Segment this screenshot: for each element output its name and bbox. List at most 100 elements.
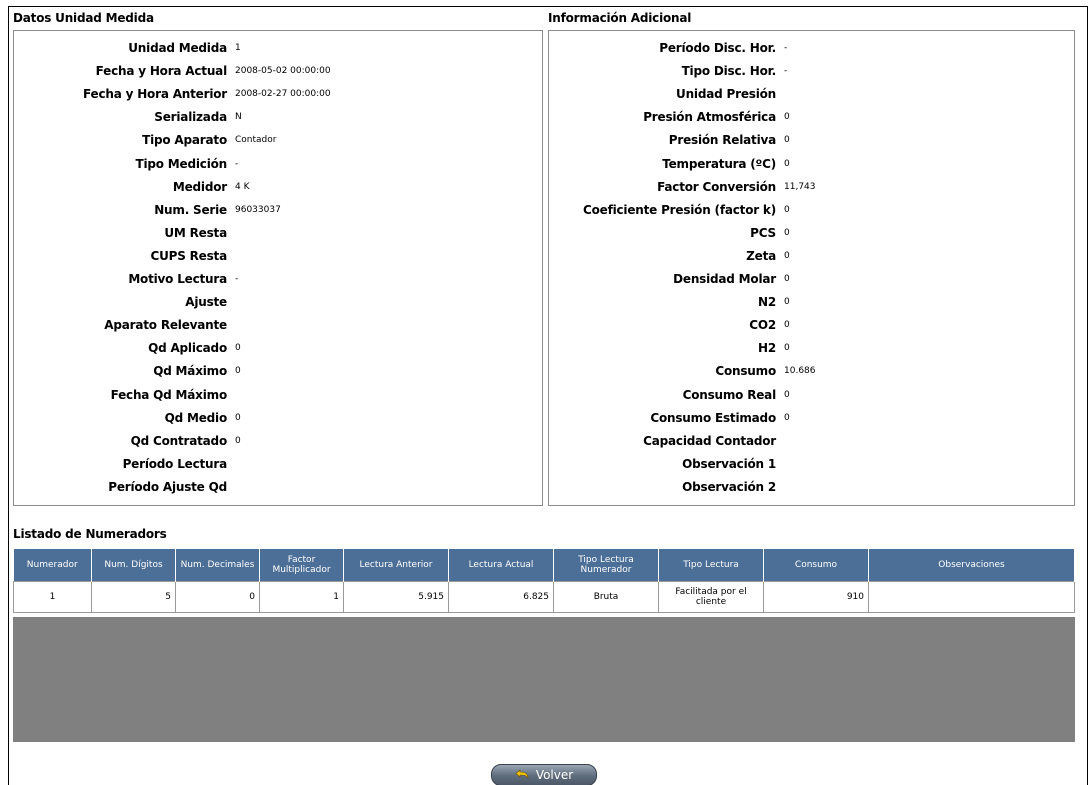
field-row-ajuste: Ajuste (14, 293, 542, 311)
field-row-consumo: Consumo 10.686 (549, 362, 1074, 380)
field-label: CO2 (749, 318, 776, 333)
field-row-motivo-lectura: Motivo Lectura - (14, 270, 542, 288)
listado-numeradors-title: Listado de Numeradors (13, 527, 167, 541)
field-label: Factor Conversión (657, 179, 776, 194)
field-label: Densidad Molar (673, 272, 776, 286)
field-label: Tipo Aparato (142, 133, 227, 148)
col-header-observaciones: Observaciones (868, 549, 1075, 581)
field-row-fecha-y-hora-actual: Fecha y Hora Actual 2008-05-02 00:00:00 (14, 62, 542, 80)
field-label: Consumo Real (682, 387, 777, 402)
col-header-tipo-lectura: Tipo Lectura (658, 549, 764, 581)
field-value: - (235, 158, 239, 169)
field-value: 0 (235, 435, 241, 446)
cell-lectura-actual: 6.825 (448, 580, 554, 613)
table-row: 1 5 0 1 5.915 6.825 Bruta Facilitada por… (13, 580, 1075, 613)
field-label: H2 (758, 341, 776, 356)
field-value: 2008-02-27 00:00:00 (235, 89, 331, 100)
field-row-serializada: Serializada N (14, 108, 542, 126)
field-label: Temperatura (ºC) (662, 156, 776, 171)
back-arrow-icon (515, 769, 529, 779)
datos-unidad-medida-title: Datos Unidad Medida (13, 11, 154, 25)
field-row-fecha-qd-maximo: Fecha Qd Máximo (14, 386, 542, 404)
informacion-adicional-title: Información Adicional (548, 11, 692, 25)
field-row-temperatura-c: Temperatura (ºC) 0 (549, 155, 1074, 173)
field-value: 0 (784, 320, 790, 331)
col-header-lectura-anterior: Lectura Anterior (343, 549, 449, 581)
cell-factor-multiplicador: 1 (259, 580, 344, 613)
cell-consumo: 910 (763, 580, 869, 613)
field-row-pcs: PCS 0 (549, 224, 1074, 242)
field-row-consumo-real: Consumo Real 0 (549, 386, 1074, 404)
field-row-consumo-estimado: Consumo Estimado 0 (549, 409, 1074, 427)
field-row-unidad-medida: Unidad Medida 1 (14, 39, 542, 57)
field-label: Presión Relativa (668, 133, 776, 148)
field-row-periodo-ajuste-qd: Período Ajuste Qd (14, 478, 542, 496)
field-row-factor-conversion: Factor Conversión 11,743 (549, 178, 1074, 196)
field-row-num-serie: Num. Serie 96033037 (14, 201, 542, 219)
field-label: Período Ajuste Qd (108, 479, 227, 494)
field-value: - (784, 43, 788, 53)
field-value: 10.686 (784, 366, 816, 377)
field-label: Aparato Relevante (104, 318, 227, 333)
field-label: Observación 1 (682, 456, 776, 471)
field-row-qd-medio: Qd Medio 0 (14, 409, 542, 427)
numeradors-table: Numerador Num. Dígitos Num. Decimales Fa… (13, 549, 1075, 613)
field-value: 0 (784, 227, 790, 238)
field-row-fecha-y-hora-anterior: Fecha y Hora Anterior 2008-02-27 00:00:00 (14, 85, 542, 103)
field-label: Observación 2 (682, 479, 776, 494)
field-label: PCS (750, 225, 776, 240)
field-label: Qd Máximo (153, 364, 227, 379)
field-value: Contador (235, 135, 277, 146)
field-value: 0 (784, 250, 790, 261)
field-value: 0 (235, 366, 241, 377)
field-row-tipo-medicion: Tipo Medición - (14, 155, 542, 173)
field-row-h2: H2 0 (549, 339, 1074, 357)
field-label: Unidad Presión (676, 87, 776, 102)
field-label: Medidor (172, 179, 227, 194)
field-value: 2008-05-02 00:00:00 (235, 66, 331, 77)
field-value: 96033037 (235, 204, 281, 215)
field-row-qd-maximo: Qd Máximo 0 (14, 362, 542, 380)
field-label: Fecha Qd Máximo (110, 387, 228, 402)
field-value: 0 (784, 112, 790, 123)
field-row-medidor: Medidor 4 K (14, 178, 542, 196)
field-row-cups-resta: CUPS Resta (14, 247, 542, 265)
field-value: 0 (784, 412, 790, 423)
field-label: Coeficiente Presión (factor k) (582, 202, 776, 217)
field-row-periodo-lectura: Período Lectura (14, 455, 542, 473)
cell-observaciones (868, 580, 1075, 613)
informacion-adicional-panel: Período Disc. Hor. - Tipo Disc. Hor. - Unida… (548, 30, 1075, 506)
field-value: 4 K (235, 181, 250, 192)
field-label: Capacidad Contador (643, 433, 776, 448)
field-row-um-resta: UM Resta (14, 224, 542, 242)
field-value: - (784, 66, 788, 77)
empty-table-area (13, 617, 1075, 742)
col-header-num-decimales: Num. Decimales (175, 549, 260, 581)
field-row-qd-contratado: Qd Contratado 0 (14, 432, 542, 450)
field-label: Qd Medio (164, 410, 228, 425)
field-row-zeta: Zeta 0 (549, 247, 1074, 265)
field-label: Ajuste (185, 295, 227, 310)
cell-num-decimales: 0 (175, 580, 260, 613)
field-label: Unidad Medida (128, 41, 227, 55)
field-label: Zeta (746, 248, 776, 263)
field-value: 0 (235, 343, 241, 354)
col-header-numerador: Numerador (13, 549, 92, 581)
field-label: Fecha y Hora Actual (95, 64, 228, 79)
field-row-unidad-presion: Unidad Presión (549, 85, 1074, 103)
field-value: 0 (784, 274, 790, 284)
col-header-num-digitos: Num. Dígitos (91, 549, 176, 581)
col-header-lectura-actual: Lectura Actual (448, 549, 554, 581)
field-row-capacidad-contador: Capacidad Contador (549, 432, 1074, 450)
volver-button[interactable]: Volver (491, 764, 597, 785)
field-row-tipo-aparato: Tipo Aparato Contador (14, 131, 542, 149)
field-label: Tipo Disc. Hor. (681, 64, 777, 79)
field-label: Consumo (715, 364, 776, 379)
field-label: Motivo Lectura (128, 272, 227, 286)
field-row-tipo-disc-hor: Tipo Disc. Hor. - (549, 62, 1074, 80)
field-row-n2: N2 0 (549, 293, 1074, 311)
field-row-presion-relativa: Presión Relativa 0 (549, 131, 1074, 149)
field-label: Tipo Medición (135, 156, 227, 171)
field-row-coeficiente-presion-factor-k: Coeficiente Presión (factor k) 0 (549, 201, 1074, 219)
field-label: Serializada (154, 110, 227, 125)
